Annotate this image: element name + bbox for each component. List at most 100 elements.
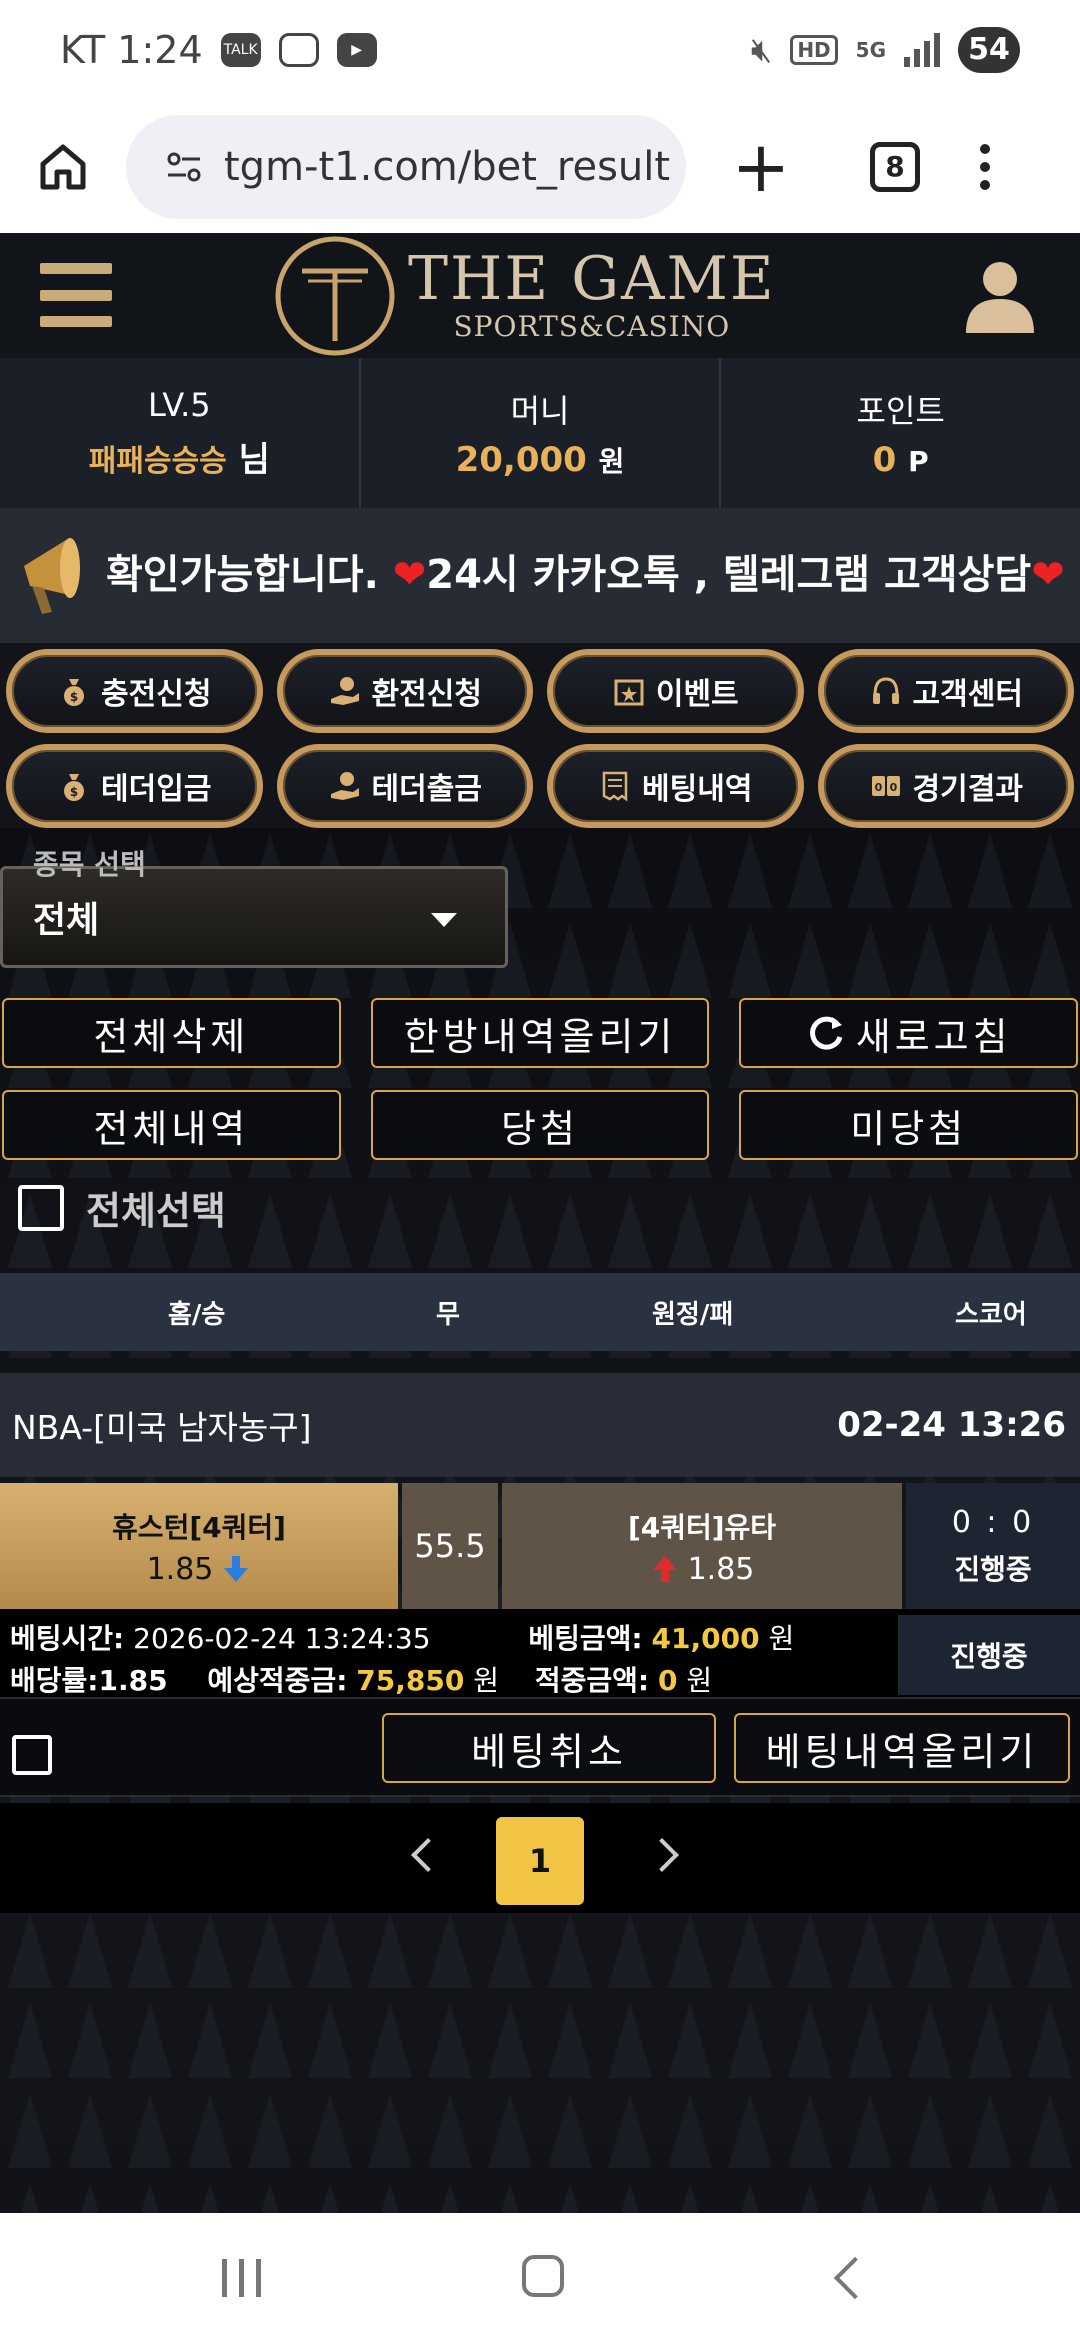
all-history-button[interactable]: 전체내역 [2, 1090, 341, 1160]
svg-text:$: $ [70, 690, 78, 704]
heart-icon: ❤ [392, 552, 427, 598]
site-settings-icon[interactable] [166, 151, 202, 183]
select-all-checkbox[interactable] [18, 1184, 64, 1231]
bet-amount: 41,000 [651, 1622, 760, 1655]
megaphone-icon [24, 538, 80, 614]
browser-home-button[interactable] [30, 134, 96, 200]
points-unit: P [908, 445, 929, 478]
bet-result-content: 종목 선택 전체 전체삭제 한방내역올리기 새로고침 전체내역 당첨 미당첨 전… [0, 828, 1080, 2213]
points-cell: 포인트 0 P [721, 358, 1080, 508]
logo-emblem-icon [275, 236, 395, 355]
upload-bet-history-button[interactable]: 베팅내역올리기 [734, 1713, 1070, 1783]
not-won-filter-button[interactable]: 미당첨 [739, 1090, 1079, 1160]
money-bag-icon: $ [57, 674, 91, 708]
tether-deposit-button[interactable]: $ 테더입금 [6, 743, 263, 828]
deposit-request-button[interactable]: $ 충전신청 [6, 649, 263, 733]
chevron-right-icon[interactable] [645, 1838, 679, 1872]
action-row-1: 전체삭제 한방내역올리기 새로고침 [0, 998, 1080, 1068]
game-status: 진행중 [954, 1552, 1032, 1586]
won-filter-button[interactable]: 당첨 [370, 1090, 710, 1160]
back-nav-icon[interactable] [833, 2256, 877, 2300]
away-odds: 1.85 [687, 1551, 755, 1587]
money-value: 20,000 [455, 440, 587, 480]
withdraw-request-button[interactable]: 환전신청 [276, 649, 533, 733]
arrow-up-icon [652, 1556, 677, 1582]
expected-payout: 75,850 [356, 1664, 465, 1697]
event-button[interactable]: 이벤트 [547, 649, 804, 733]
action-row-2: 전체내역 당첨 미당첨 [0, 1090, 1080, 1160]
delete-all-button[interactable]: 전체삭제 [2, 998, 341, 1068]
logo-title: THE GAME [408, 244, 776, 314]
cancel-bet-button[interactable]: 베팅취소 [382, 1713, 716, 1783]
money-unit: 원 [598, 445, 625, 478]
bet-select-checkbox[interactable] [12, 1735, 52, 1775]
page-number-current[interactable]: 1 [496, 1817, 584, 1905]
bet-info-line-1: 베팅시간: 2026-02-24 13:24:35 베팅금액: 41,000 원 [10, 1622, 795, 1655]
screenshot-icon [278, 33, 319, 67]
more-menu-button[interactable] [980, 143, 990, 190]
upload-all-button[interactable]: 한방내역올리기 [370, 998, 710, 1068]
league-name: NBA-[미국 남자농구] [12, 1408, 312, 1447]
recent-apps-icon[interactable] [222, 2259, 261, 2297]
game-header-row: NBA-[미국 남자농구] 02-24 13:26 [0, 1373, 1080, 1477]
handicap-cell: 55.5 [402, 1483, 498, 1609]
system-navigation-bar [0, 2213, 1080, 2340]
home-nav-icon[interactable] [522, 2255, 564, 2297]
site-logo[interactable]: THE GAME SPORTS&CASINO [272, 233, 776, 358]
quick-menu: $ 충전신청 환전신청 이벤트 고객센터 $ 테더입금 테더출금 베팅내역 0 0 경기… [0, 643, 1080, 828]
svg-text:0: 0 [889, 781, 897, 794]
sport-select-dropdown[interactable]: 종목 선택 전체 [0, 848, 508, 968]
bet-info-line-2: 배당률:1.85 예상적중금: 75,850 원 적중금액: 0 원 [10, 1664, 713, 1697]
sport-select-label: 종목 선택 [33, 848, 146, 881]
header-score: 스코어 [955, 1299, 1027, 1330]
scoreboard-icon: 00 [869, 769, 903, 803]
bet-result-status: 진행중 [898, 1615, 1080, 1695]
bet-odds: 1.85 [98, 1664, 168, 1697]
battery-icon: 54 [958, 27, 1020, 73]
status-bar: KT 1:24 TALK ▶ 🔇︎ HD 5G 54 [0, 0, 1080, 100]
headset-icon [869, 674, 903, 708]
hand-coin-icon [328, 769, 362, 803]
address-bar[interactable]: tgm-t1.com/bet_result [126, 114, 686, 219]
chevron-left-icon[interactable] [411, 1838, 445, 1872]
new-tab-button[interactable]: + [726, 132, 796, 202]
sport-select-value: 전체 [33, 900, 100, 941]
bet-time: 2026-02-24 13:24:35 [133, 1622, 431, 1655]
url-text: tgm-t1.com/bet_result [224, 143, 671, 190]
bet-row: 휴스턴[4쿼터] 1.85 55.5 [4쿼터]유타 1.85 0 : 0 진행… [0, 1483, 1080, 1609]
points-label: 포인트 [856, 392, 945, 430]
hand-coin-icon [328, 674, 362, 708]
home-icon [40, 144, 86, 189]
select-all-label: 전체선택 [86, 1189, 226, 1233]
customer-center-button[interactable]: 고객센터 [817, 649, 1074, 733]
hamburger-menu-icon[interactable] [40, 263, 112, 327]
money-cell: 머니 20,000 원 [361, 358, 722, 508]
bet-history-button[interactable]: 베팅내역 [547, 743, 804, 828]
pagination: 1 [0, 1803, 1080, 1913]
bet-table-header: 홈/승 무 원정/패 스코어 [0, 1273, 1080, 1351]
user-nickname: 패패승승승 [88, 443, 227, 479]
money-label: 머니 [510, 392, 570, 430]
header-home: 홈/승 [168, 1299, 226, 1330]
header-draw: 무 [436, 1299, 460, 1330]
score-value: 0 : 0 [951, 1504, 1035, 1540]
win-amount: 0 [658, 1664, 678, 1697]
points-value: 0 [872, 440, 897, 480]
talk-icon: TALK [220, 33, 261, 67]
user-profile-icon[interactable] [960, 255, 1040, 335]
svg-text:0: 0 [874, 781, 882, 794]
level-cell: LV.5 패패승승승 님 [0, 358, 361, 508]
tab-switcher-button[interactable]: 8 [870, 141, 920, 192]
game-time: 02-24 13:26 [837, 1405, 1066, 1445]
tether-withdraw-button[interactable]: 테더출금 [276, 743, 533, 828]
calendar-star-icon [612, 674, 646, 708]
mute-icon: 🔇︎ [750, 30, 773, 70]
refresh-button[interactable]: 새로고침 [739, 998, 1079, 1068]
notice-text: 확인가능합니다. ❤24시 카카오톡 , 텔레그램 고객상담❤ [106, 552, 1065, 598]
select-all-row: 전체선택 [18, 1180, 226, 1235]
signal-icon [904, 33, 940, 67]
away-pick-cell: [4쿼터]유타 1.85 [502, 1483, 902, 1609]
hd-icon: HD [790, 35, 838, 65]
honorific: 님 [238, 439, 270, 480]
game-results-button[interactable]: 0 0 경기결과 [817, 743, 1074, 828]
